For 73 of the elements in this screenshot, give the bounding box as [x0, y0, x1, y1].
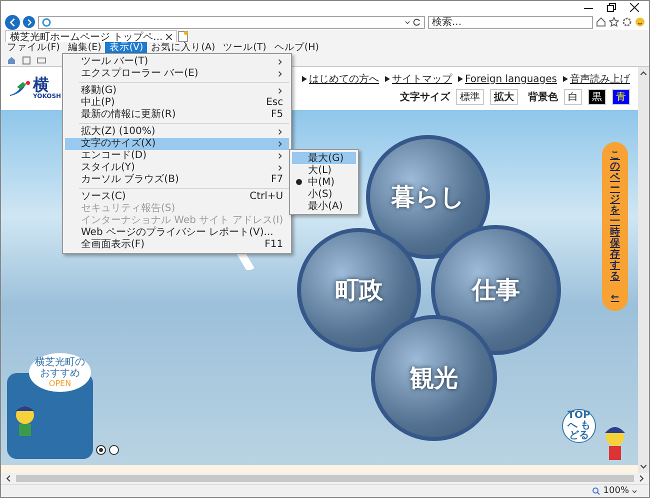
background-color-button[interactable]: 青: [612, 89, 630, 105]
menu-option[interactable]: 最小(A): [292, 200, 356, 212]
menu-option[interactable]: エクスプローラー バー(E): [65, 68, 290, 80]
menu-option[interactable]: 最大(G): [292, 152, 356, 164]
scroll-up-icon: [640, 70, 647, 77]
feed-icon[interactable]: [22, 56, 31, 64]
menu-option[interactable]: 中(M): [292, 176, 356, 188]
menu-option[interactable]: 全画面表示(F) F11: [65, 239, 290, 251]
star-icon[interactable]: [609, 17, 619, 27]
scroll-down-icon: [640, 463, 647, 470]
browser-tab[interactable]: 横芝光町ホームページ トップペ...: [5, 30, 177, 42]
logo-icon: [9, 80, 31, 96]
menu-option[interactable]: 最新の情報に更新(R) F5: [65, 109, 290, 121]
dropdown-icon: [632, 488, 637, 494]
search-field[interactable]: 検索...: [428, 16, 593, 28]
menu-option[interactable]: 文字のサイズ(X): [65, 138, 290, 150]
triangle-icon: [385, 76, 390, 82]
new-tab-icon[interactable]: [176, 30, 189, 42]
slide-dot[interactable]: [96, 445, 106, 455]
menu-option[interactable]: ソース(C) Ctrl+U: [65, 191, 290, 203]
recommend-bubble[interactable]: 横芝光町のおすすめ OPEN: [29, 353, 91, 392]
triangle-icon: [458, 76, 464, 82]
menu-option[interactable]: スタイル(Y): [65, 162, 290, 174]
menu-item[interactable]: ヘルプ(H): [270, 42, 323, 54]
nav-link[interactable]: Foreign languages: [458, 74, 557, 84]
home-icon[interactable]: [596, 17, 606, 27]
slide-dot[interactable]: [109, 445, 119, 455]
minimize-icon[interactable]: [584, 6, 593, 8]
close-icon[interactable]: [166, 34, 172, 40]
menu-option[interactable]: 中止(P) Esc: [65, 97, 290, 109]
menu-option[interactable]: 移動(G): [65, 85, 290, 97]
forward-button[interactable]: [23, 16, 35, 28]
refresh-icon[interactable]: [413, 18, 421, 26]
text-size-button[interactable]: 標準: [456, 89, 484, 105]
background-color-button[interactable]: 白: [564, 89, 582, 105]
vertical-scrollbar[interactable]: [638, 67, 649, 473]
back-button[interactable]: [5, 14, 20, 30]
scroll-left-icon: [5, 475, 12, 482]
menu-option[interactable]: カーソル ブラウズ(B) F7: [65, 174, 290, 186]
logo-text: 横: [33, 77, 49, 93]
zoom-icon[interactable]: [592, 487, 600, 495]
menu-item[interactable]: 編集(E): [64, 42, 106, 54]
menu-item[interactable]: 表示(V): [105, 42, 148, 54]
menu-option[interactable]: エンコード(D): [65, 150, 290, 162]
menu-option[interactable]: 大(L): [292, 164, 356, 176]
menu-item[interactable]: お気に入り(A): [147, 42, 220, 54]
background-color-label: 背景色: [528, 90, 558, 104]
close-icon[interactable]: [630, 3, 639, 12]
horizontal-scrollbar[interactable]: [1, 473, 649, 484]
background-color-button[interactable]: 黒: [588, 89, 606, 105]
menu-option[interactable]: 拡大(Z) (100%): [65, 126, 290, 138]
menu-item[interactable]: ツール(T): [219, 42, 270, 54]
address-field[interactable]: [38, 16, 425, 28]
zoom-level[interactable]: 100%: [603, 486, 629, 496]
scroll-right-icon: [638, 475, 645, 482]
restore-icon[interactable]: [607, 3, 616, 12]
mail-icon[interactable]: [37, 56, 46, 64]
dropdown-icon: [405, 20, 410, 24]
back-to-top-button[interactable]: TOPへ もどる: [562, 409, 596, 443]
nav-link[interactable]: はじめての方へ: [302, 72, 380, 86]
triangle-icon: [302, 76, 308, 82]
text-size-button[interactable]: 拡大: [490, 89, 518, 105]
menu-option[interactable]: 小(S): [292, 188, 356, 200]
scrollbar-thumb[interactable]: [16, 475, 634, 482]
menu-option[interactable]: Web ページのプライバシー レポート(V)...: [65, 227, 290, 239]
triangle-icon: [563, 76, 568, 82]
settings-icon[interactable]: [622, 17, 632, 27]
nav-link[interactable]: サイトマップ: [385, 72, 452, 86]
nav-link[interactable]: 音声読み上げ: [563, 72, 630, 86]
menu-item[interactable]: ファイル(F): [3, 42, 64, 54]
browser-logo-icon: [42, 18, 51, 26]
smiley-icon[interactable]: [635, 17, 645, 27]
text-size-label: 文字サイズ: [400, 90, 450, 104]
